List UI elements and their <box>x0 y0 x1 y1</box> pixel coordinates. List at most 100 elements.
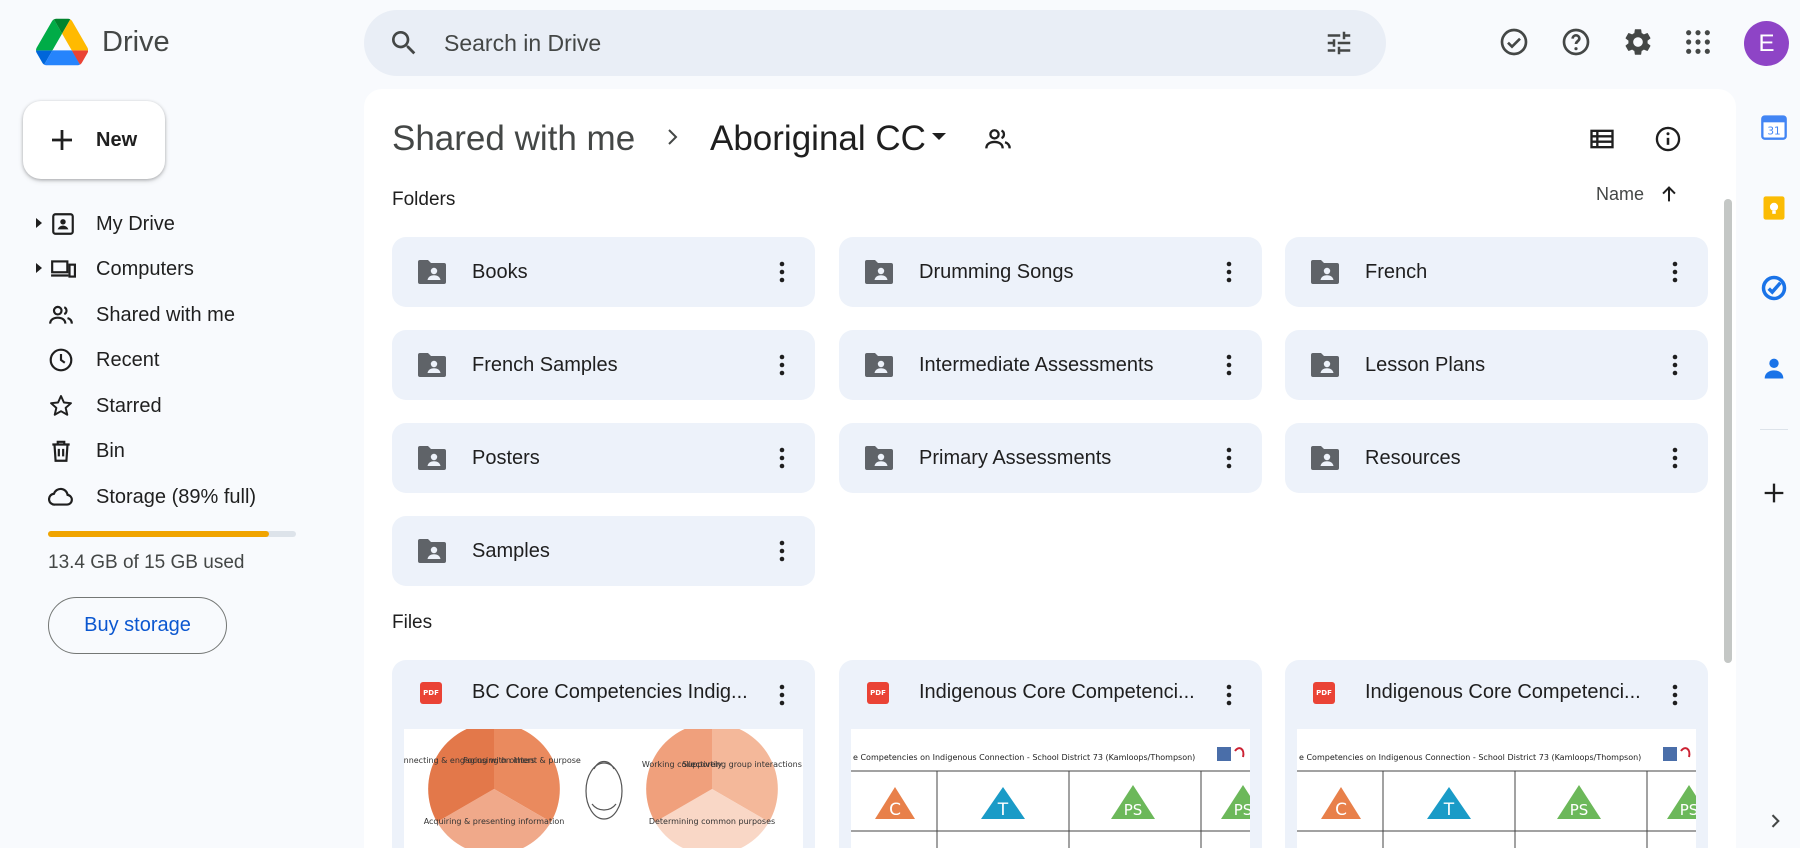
account-avatar[interactable]: E <box>1744 21 1789 66</box>
more-options-icon[interactable] <box>779 261 785 283</box>
folder-card[interactable]: Samples <box>392 516 815 586</box>
shared-folder-icon <box>418 260 446 284</box>
caret-down-icon[interactable] <box>932 133 946 140</box>
search-input[interactable]: Search in Drive <box>444 30 601 57</box>
expand-arrow-icon[interactable] <box>36 218 42 228</box>
more-options-icon[interactable] <box>1226 354 1232 376</box>
sidebar-item-starred[interactable]: Starred <box>36 386 336 426</box>
folder-card[interactable]: Drumming Songs <box>839 237 1262 307</box>
more-options-icon[interactable] <box>1226 261 1232 283</box>
calendar-icon[interactable]: 31 <box>1760 113 1788 141</box>
file-card[interactable]: PDF BC Core Competencies Indig... Connec… <box>392 660 815 848</box>
file-thumbnail: e Competencies on Indigenous Connection … <box>1297 729 1696 848</box>
scrollbar-thumb[interactable] <box>1724 199 1732 663</box>
more-options-icon[interactable] <box>1672 447 1678 469</box>
list-view-icon[interactable] <box>1588 125 1616 153</box>
computers-icon <box>51 260 76 278</box>
tasks-icon[interactable] <box>1760 274 1788 302</box>
sidebar-item-computers[interactable]: Computers <box>36 249 336 289</box>
folder-name: Intermediate Assessments <box>919 353 1154 376</box>
contacts-icon[interactable] <box>1760 354 1788 382</box>
people-icon <box>49 305 73 324</box>
more-options-icon[interactable] <box>779 447 785 469</box>
info-icon[interactable] <box>1654 125 1682 153</box>
sidebar-item-label: Shared with me <box>96 303 235 326</box>
ready-for-offline-icon[interactable] <box>1496 24 1532 60</box>
sort-label[interactable]: Name <box>1596 184 1644 205</box>
folder-card[interactable]: Lesson Plans <box>1285 330 1708 400</box>
search-bar[interactable]: Search in Drive <box>364 10 1386 76</box>
chevron-right-icon[interactable] <box>1765 811 1785 831</box>
thumb-letter: PS <box>1680 801 1696 819</box>
keep-icon[interactable] <box>1760 194 1788 222</box>
shared-folder-icon <box>1311 260 1339 284</box>
pdf-icon: PDF <box>867 682 889 704</box>
pie-right <box>646 729 778 848</box>
new-button[interactable]: New <box>23 101 165 179</box>
apps-grid-icon[interactable] <box>1680 24 1716 60</box>
thumb-letter: T <box>997 800 1009 820</box>
storage-progress-fill <box>48 531 269 537</box>
shared-folder-icon <box>418 539 446 563</box>
more-options-icon[interactable] <box>1672 684 1678 706</box>
more-options-icon[interactable] <box>1672 354 1678 376</box>
more-options-icon[interactable] <box>779 540 785 562</box>
buy-storage-button[interactable]: Buy storage <box>48 597 227 654</box>
folder-card[interactable]: Books <box>392 237 815 307</box>
file-card[interactable]: PDF Indigenous Core Competenci... e Comp… <box>839 660 1262 848</box>
folder-name: Lesson Plans <box>1365 353 1486 376</box>
star-icon <box>50 395 72 416</box>
file-card[interactable]: PDF Indigenous Core Competenci... e Comp… <box>1285 660 1708 848</box>
thumb-letter: PS <box>1234 801 1250 819</box>
shared-people-icon[interactable] <box>984 125 1012 153</box>
pie-left-label-1: Focusing on intent & purpose <box>463 756 581 765</box>
storage-used-text: 13.4 GB of 15 GB used <box>48 552 245 573</box>
help-icon[interactable] <box>1558 24 1594 60</box>
folder-card[interactable]: French Samples <box>392 330 815 400</box>
sidebar-item-my-drive[interactable]: My Drive <box>36 204 336 244</box>
pie-right-label-2: Determining common purposes <box>649 817 775 826</box>
thumb-table-header: e Competencies on Indigenous Connection … <box>853 753 1195 762</box>
shared-folder-icon <box>865 353 893 377</box>
more-options-icon[interactable] <box>779 354 785 376</box>
thumb-letter: C <box>889 800 901 820</box>
shared-folder-icon <box>418 446 446 470</box>
arrow-up-icon[interactable] <box>1658 183 1680 205</box>
sort-control[interactable]: Name <box>1596 183 1680 205</box>
more-options-icon[interactable] <box>1672 261 1678 283</box>
sidebar-item-recent[interactable]: Recent <box>36 340 336 380</box>
breadcrumb-current-folder[interactable]: Aboriginal CC <box>710 119 926 159</box>
sidebar-item-storage[interactable]: Storage (89% full) <box>36 477 336 517</box>
search-options-icon[interactable] <box>1324 28 1354 58</box>
expand-arrow-icon[interactable] <box>36 263 42 273</box>
more-options-icon[interactable] <box>779 684 785 706</box>
rail-divider <box>1760 429 1788 430</box>
more-options-icon[interactable] <box>1226 447 1232 469</box>
thumb-table-header: e Competencies on Indigenous Connection … <box>1299 753 1641 762</box>
thumb-letter: PS <box>1570 801 1589 819</box>
settings-gear-icon[interactable] <box>1620 24 1656 60</box>
new-button-label: New <box>96 128 138 151</box>
folder-name: Primary Assessments <box>919 446 1112 469</box>
shared-folder-icon <box>418 353 446 377</box>
plus-icon <box>52 130 72 150</box>
folder-name: Books <box>472 260 528 283</box>
folder-card[interactable]: Resources <box>1285 423 1708 493</box>
breadcrumb-shared-with-me[interactable]: Shared with me <box>392 119 635 159</box>
folder-card[interactable]: Intermediate Assessments <box>839 330 1262 400</box>
folder-card[interactable]: Posters <box>392 423 815 493</box>
folder-card[interactable]: French <box>1285 237 1708 307</box>
search-icon[interactable] <box>388 27 420 59</box>
more-options-icon[interactable] <box>1226 684 1232 706</box>
sidebar-item-shared-with-me[interactable]: Shared with me <box>36 295 336 335</box>
drive-logo[interactable]: Drive <box>36 18 170 66</box>
sidebar-item-label: Bin <box>96 439 125 462</box>
shared-folder-icon <box>865 260 893 284</box>
folder-card[interactable]: Primary Assessments <box>839 423 1262 493</box>
add-addon-icon[interactable] <box>1760 479 1788 507</box>
shared-folder-icon <box>1311 446 1339 470</box>
pie-left-label-2: Acquiring & presenting information <box>424 817 565 826</box>
thumb-letter: C <box>1335 800 1347 820</box>
folder-name: Samples <box>472 539 550 562</box>
sidebar-item-bin[interactable]: Bin <box>36 431 336 471</box>
